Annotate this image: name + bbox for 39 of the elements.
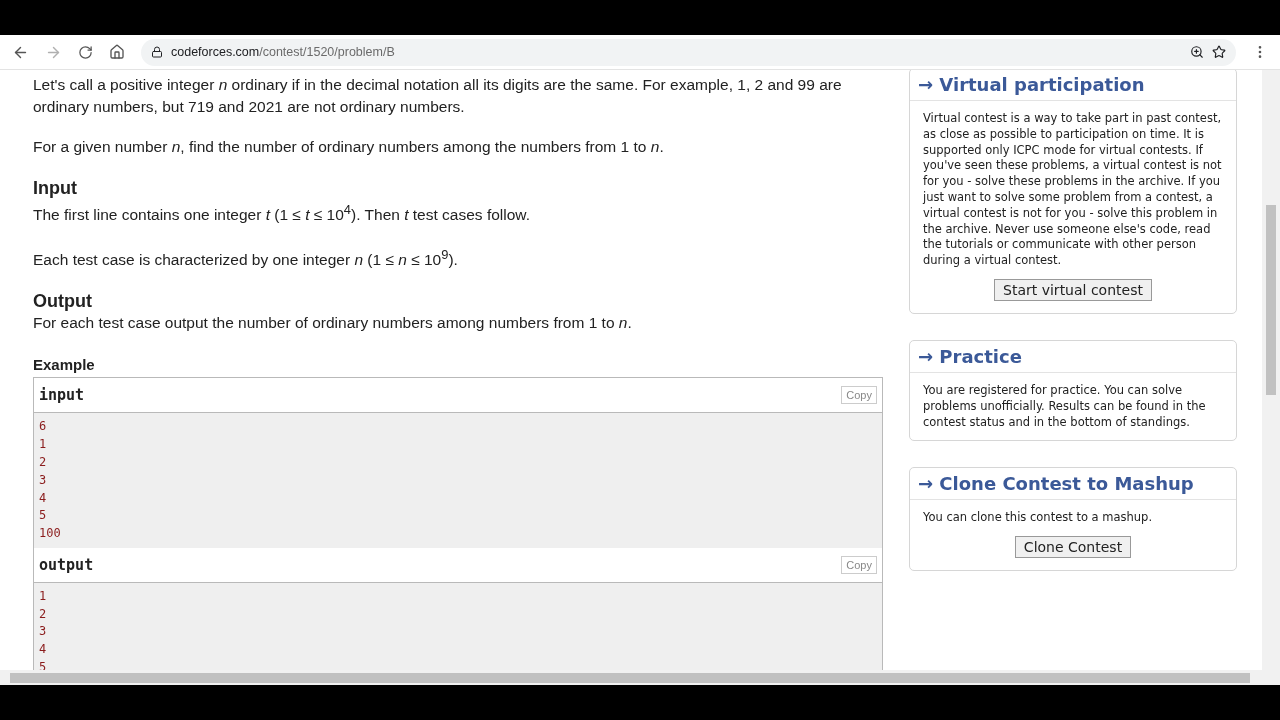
sample-line: 4 <box>39 489 48 507</box>
sample-line: 1 <box>39 587 48 605</box>
example-label: output <box>39 555 94 574</box>
copy-button[interactable]: Copy <box>841 555 877 574</box>
sample-line: 2 <box>39 453 48 471</box>
box-text: You can clone this contest to a mashup. <box>922 509 1154 527</box>
statement-paragraph: Let's call a positive integer n ordinary if in the decimal notation all its digits are the same. For example, 1, 2 and 99 are ordinary numbers, but 719 and 2021 are not ordinary numbers. <box>33 75 843 117</box>
sample-line: 3 <box>39 623 48 641</box>
sample-line: 2 <box>39 605 48 623</box>
vertical-scrollbar[interactable] <box>1262 70 1280 670</box>
statement-paragraph: For each test case output the number of ordinary numbers among numbers from 1 to n. <box>33 313 633 334</box>
box-title: → Clone Contest to Mashup <box>910 468 1236 501</box>
example-label: input <box>39 386 85 405</box>
sample-line: 5 <box>39 507 48 525</box>
statement-paragraph: Each test case is characterized by one integer n (1 ≤ n ≤ 10$^{9}$). <box>33 246 459 271</box>
statement-paragraph: For a given number n, find the number of ordinary numbers among the numbers from 1 to n. <box>33 137 665 157</box>
reload-icon[interactable] <box>78 44 93 60</box>
lock-icon <box>151 46 163 58</box>
zoom-icon[interactable] <box>1190 45 1204 59</box>
copy-button[interactable]: Copy <box>841 386 877 405</box>
address-bar[interactable]: codeforces.com/contest/1520/problem/B <box>141 38 1236 66</box>
section-heading: Input <box>33 178 78 199</box>
box-text: Virtual contest is a way to take part in past contest, as close as possible to participation on time. It is supported only ICPC mode for virtual contests. If you've seen these problems, a virtual contest is not for you - solve these problems in the archive. If you just want to solve some problem from a contest, a virtual contest is not for you - solve this problem in the archive. Never use someone else's code, read the tutorials or communicate with other person during a virtual contest. <box>921 110 1223 270</box>
sample-line: 1 <box>39 436 48 454</box>
star-icon[interactable] <box>1212 45 1226 59</box>
sample-line: 6 <box>39 418 48 436</box>
home-icon[interactable] <box>109 44 125 60</box>
contest-button[interactable]: Start virtual contest <box>994 278 1152 301</box>
box-title: → Virtual participation <box>910 70 1236 101</box>
sample-line: 4 <box>39 641 48 659</box>
box-text: You are registered for practice. You can solve problems unofficially. Results can be found in the contest status and in the bottom of standings. <box>922 381 1207 431</box>
section-heading: Output <box>33 291 93 313</box>
contest-button[interactable]: Clone Contest <box>1014 536 1132 559</box>
sample-line: 100 <box>39 525 62 543</box>
example-heading: Example <box>33 356 96 374</box>
statement-paragraph: The first line contains one integer t (1 ≤ t ≤ 10$^{4}$). Then t test cases follow. <box>33 201 531 226</box>
horizontal-scrollbar[interactable] <box>0 670 1280 685</box>
box-title: → Practice <box>910 340 1236 373</box>
sample-line: 3 <box>39 471 48 489</box>
